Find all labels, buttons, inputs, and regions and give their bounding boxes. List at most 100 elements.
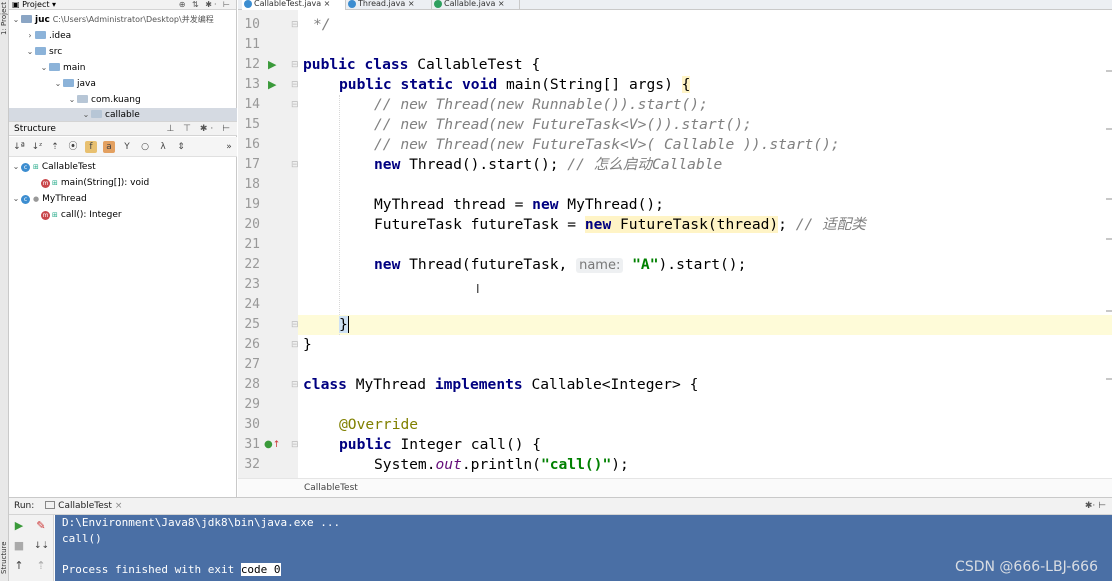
chevron-down-icon[interactable]: ⌄ [67,92,77,108]
chevron-right-icon[interactable]: › [25,28,35,44]
line-number: 15 [244,117,260,132]
line-number: 12 [244,57,260,72]
line-number: 27 [244,357,260,372]
tab-thread[interactable]: Thread.java × [346,0,432,10]
chevron-down-icon[interactable]: ⌄ [11,159,21,175]
implements-method-icon[interactable]: ●↑ [264,435,280,455]
scroll-down-icon[interactable]: ⇡ [34,559,48,573]
expand-all-icon[interactable]: ⇕ [175,141,187,153]
code-line-17: new Thread().start(); // 怎么启动Callable [374,156,723,173]
code-line-25: } [339,315,349,335]
scroll-marker[interactable] [1106,198,1112,200]
public-icon: ⊞ [52,211,58,219]
run-panel-header: Run: CallableTest × ✱· ⊢ [9,497,1112,515]
tree-item-com-kuang[interactable]: ⌄ com.kuang [67,92,141,108]
structure-item-mythread[interactable]: ⌄ c ● MyThread [11,191,87,207]
tree-item-idea[interactable]: › .idea [25,28,71,44]
close-icon[interactable]: × [498,0,505,8]
folder-icon [49,63,60,71]
line-number: 31 [244,437,260,452]
show-fields-icon[interactable]: f [85,140,97,153]
package-icon [91,110,102,118]
scroll-up-icon[interactable]: ↑ [12,559,26,573]
rerun-icon[interactable]: ▶ [12,519,26,533]
sort-by-type-icon[interactable]: ↓ª [13,141,25,153]
structure-panel-header: Structure ⊥ ⊤ ✱· ⊢ [9,121,237,136]
tree-item-src[interactable]: ⌄ src [25,44,62,60]
structure-tool-button[interactable]: Structure [0,535,9,580]
breadcrumb[interactable]: CallableTest [238,478,1112,497]
scroll-marker[interactable] [1106,378,1112,380]
editor-tab-bar: CallableTest.java × Thread.java × Callab… [238,0,1112,10]
chevron-down-icon[interactable]: ⌄ [11,12,21,28]
line-number: 17 [244,157,260,172]
stop-icon[interactable]: ■ [12,539,26,553]
structure-toolbar: ↓ª ↓ᶻ ⇡ ⦿ f a Y ○ λ ⇕ » [9,137,237,157]
chevron-down-icon[interactable]: ⌄ [81,108,91,121]
tab-callable[interactable]: Callable.java × [432,0,520,10]
show-properties-icon[interactable]: ⦿ [67,141,79,153]
show-anonymous-icon[interactable]: ○ [139,141,151,153]
chevron-down-icon[interactable]: ⌄ [25,44,35,60]
structure-item-call[interactable]: m ⊞ call(): Integer [41,207,122,223]
code-line-16: // new Thread(new FutureTask<V>( Callabl… [374,136,840,153]
modify-run-config-icon[interactable]: ✎ [34,519,48,533]
folder-icon [63,79,74,87]
scroll-marker[interactable] [1106,128,1112,130]
tree-item-juc[interactable]: ⌄ juc C:\Users\Administrator\Desktop\并发编程 [11,12,214,28]
tree-item-java[interactable]: ⌄ java [53,76,96,92]
show-non-public-icon[interactable]: a [103,140,115,153]
console-output[interactable]: D:\Environment\Java8\jdk8\bin\java.exe .… [55,515,1112,581]
sort-icon[interactable]: ↓⇣ [34,539,49,553]
matched-brace: } [339,316,349,333]
chevron-down-icon[interactable]: ⌄ [53,76,63,92]
run-settings-icon[interactable]: ✱· ⊢ [1085,498,1106,515]
line-number: 11 [244,37,260,52]
tree-item-callable[interactable]: ⌄ callable [9,108,237,121]
line-number: 14 [244,97,260,112]
chevron-down-icon[interactable]: ⌄ [11,191,21,207]
console-line: D:\Environment\Java8\jdk8\bin\java.exe .… [62,516,341,529]
chevron-down-icon[interactable]: ⌄ [39,60,49,76]
line-number: 16 [244,137,260,152]
public-icon: ⊞ [52,179,58,187]
show-lambdas-icon[interactable]: Y [121,141,133,153]
code-line-14: // new Thread(new Runnable()).start(); [374,96,708,113]
structure-item-callabletest[interactable]: ⌄ c ⊞ CallableTest [11,159,96,175]
scroll-marker[interactable] [1106,70,1112,72]
code-line-32: System.out.println("call()"); [374,456,629,473]
scroll-marker[interactable] [1106,238,1112,240]
folder-icon [35,31,46,39]
line-number: 26 [244,337,260,352]
project-header-actions[interactable]: ⊕ ⇅ ✱· ⊢ [179,0,232,9]
more-icon[interactable]: » [223,141,235,153]
line-number: 28 [244,377,260,392]
close-icon[interactable]: × [408,0,415,8]
run-config-tab[interactable]: CallableTest [58,501,112,511]
line-number: 29 [244,397,260,412]
code-line-12: public class CallableTest { [303,56,541,73]
tool-window-stripe: 1: Project Structure [0,0,9,581]
run-main-icon[interactable]: ▶ [268,75,276,95]
editor-gutter[interactable]: 10 11 12 13 14 15 16 17 18 19 20 21 22 2… [238,10,299,478]
show-inherited-icon[interactable]: ⇡ [49,141,61,153]
code-line-26: } [303,336,312,353]
run-config-icon [45,501,56,509]
indent-guide [339,95,340,335]
code-line-19: MyThread thread = new MyThread(); [374,196,664,213]
close-icon[interactable]: × [115,501,123,511]
run-class-icon[interactable]: ▶ [268,55,276,75]
project-view-selector[interactable]: ▣ Project ▾ [12,0,56,9]
code-editor[interactable]: */ public class CallableTest { public st… [298,10,1112,478]
close-icon[interactable]: × [324,0,331,8]
structure-header-actions[interactable]: ⊥ ⊤ ✱· ⊢ [166,122,233,136]
sort-alpha-icon[interactable]: ↓ᶻ [31,141,43,153]
project-tool-button[interactable]: 1: Project [0,0,9,38]
tab-callabletest[interactable]: CallableTest.java × [242,0,346,10]
scroll-marker[interactable] [1106,310,1112,312]
run-toolbar: ▶ ✎ ■ ↓⇣ ↑ ⇡ [9,515,54,581]
tree-item-main[interactable]: ⌄ main [39,60,86,76]
structure-item-main[interactable]: m ⊞ main(String[]): void [41,175,149,191]
show-interfaces-icon[interactable]: λ [157,141,169,153]
line-number: 18 [244,177,260,192]
